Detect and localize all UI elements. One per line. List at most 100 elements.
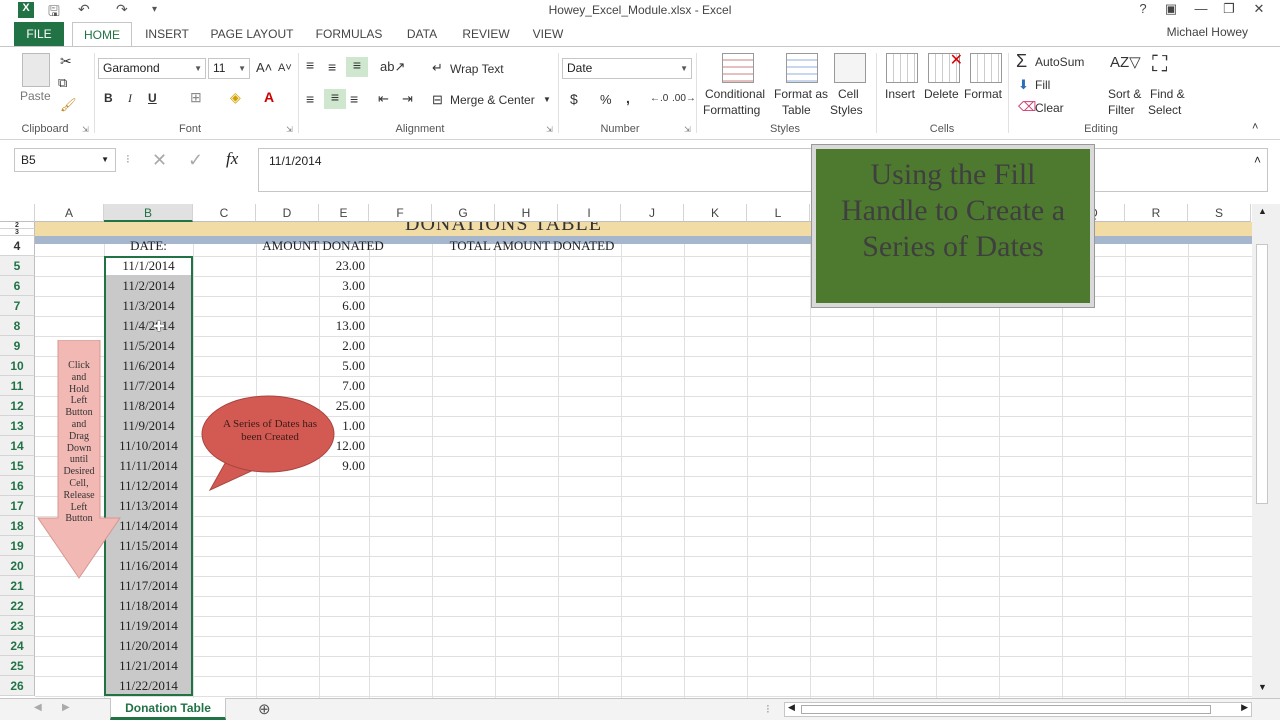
row-header-16[interactable]: 16 <box>0 476 35 496</box>
grow-font-icon[interactable]: A˄ <box>256 60 272 75</box>
amount-cell[interactable]: 5.00 <box>319 356 365 376</box>
sort-filter-icon[interactable]: AZ▽ <box>1110 53 1141 71</box>
amount-cell[interactable]: 23.00 <box>319 256 365 276</box>
row-header-5[interactable]: 5 <box>0 256 35 276</box>
row-header-11[interactable]: 11 <box>0 376 35 396</box>
font-launcher-icon[interactable]: ⇲ <box>286 125 293 134</box>
autosum-button[interactable]: AutoSum <box>1035 55 1084 69</box>
tab-insert[interactable]: INSERT <box>140 22 194 46</box>
new-sheet-icon[interactable]: ⊕ <box>258 700 271 718</box>
date-cell[interactable]: 11/19/2014 <box>104 616 193 636</box>
help-button[interactable]: ? <box>1130 1 1156 16</box>
column-header-a[interactable]: A <box>35 204 104 222</box>
tab-splitter-icon[interactable]: ⁝ <box>766 702 770 716</box>
row-header-18[interactable]: 18 <box>0 516 35 536</box>
date-cell[interactable]: 11/21/2014 <box>104 656 193 676</box>
row-header-24[interactable]: 24 <box>0 636 35 656</box>
wrap-text-button[interactable]: Wrap Text <box>450 62 504 76</box>
row-header-15[interactable]: 15 <box>0 456 35 476</box>
conditional-formatting-label-1[interactable]: Conditional <box>705 87 765 101</box>
row-header-14[interactable]: 14 <box>0 436 35 456</box>
column-header-k[interactable]: K <box>684 204 747 222</box>
decrease-decimal-icon[interactable]: .00→ <box>672 93 696 104</box>
column-header-g[interactable]: G <box>432 204 495 222</box>
italic-button[interactable]: I <box>128 91 132 106</box>
column-header-i[interactable]: I <box>558 204 621 222</box>
scroll-right-icon[interactable]: ▶ <box>1241 702 1248 713</box>
conditional-formatting-icon[interactable] <box>722 53 754 83</box>
scroll-down-icon[interactable]: ▼ <box>1258 682 1267 692</box>
orientation-icon[interactable]: ab↗ <box>380 59 405 75</box>
borders-icon[interactable]: ⊞ <box>190 89 202 106</box>
minimize-button[interactable]: — <box>1188 1 1214 16</box>
alignment-launcher-icon[interactable]: ⇲ <box>546 125 553 134</box>
row-header-23[interactable]: 23 <box>0 616 35 636</box>
chevron-down-icon[interactable]: ▼ <box>543 95 551 104</box>
copy-icon[interactable]: ⧉ <box>58 75 67 91</box>
vertical-scroll-thumb[interactable] <box>1256 244 1268 504</box>
horizontal-scrollbar[interactable]: ◀ ▶ <box>784 702 1252 717</box>
expand-formula-bar-icon[interactable]: ˄ <box>1254 153 1261 167</box>
ribbon-display-button[interactable]: ▣ <box>1158 1 1184 17</box>
date-cell[interactable]: 11/18/2014 <box>104 596 193 616</box>
bold-button[interactable]: B <box>104 91 113 105</box>
name-box[interactable]: B5 ▼ <box>14 148 116 172</box>
column-header-d[interactable]: D <box>256 204 319 222</box>
row-header-2[interactable]: 2 <box>0 222 35 229</box>
title-callout[interactable]: Using the Fill Handle to Create a Series… <box>811 144 1095 308</box>
cell-styles-label-1[interactable]: Cell <box>838 87 859 101</box>
clear-button[interactable]: Clear <box>1035 101 1064 115</box>
font-size-box[interactable]: 11 ▼ <box>208 58 250 79</box>
column-header-e[interactable]: E <box>319 204 369 222</box>
amount-cell[interactable]: 3.00 <box>319 276 365 296</box>
select-all-corner[interactable] <box>0 204 35 222</box>
row-header-19[interactable]: 19 <box>0 536 35 556</box>
restore-button[interactable]: ❐ <box>1216 1 1242 17</box>
tab-view[interactable]: VIEW <box>526 22 570 46</box>
insert-cells-icon[interactable] <box>886 53 918 83</box>
row-header-6[interactable]: 6 <box>0 276 35 296</box>
tab-data[interactable]: DATA <box>398 22 446 46</box>
prev-sheet-icon[interactable]: ◀ <box>34 702 42 713</box>
horizontal-scroll-thumb[interactable] <box>801 705 1211 714</box>
delete-button[interactable]: Delete <box>924 87 959 101</box>
amount-cell[interactable]: 6.00 <box>319 296 365 316</box>
tab-formulas[interactable]: FORMULAS <box>310 22 388 46</box>
sort-filter-label-1[interactable]: Sort & <box>1108 87 1141 101</box>
currency-button[interactable]: $ <box>570 91 578 107</box>
font-name-box[interactable]: Garamond ▼ <box>98 58 206 79</box>
date-cell[interactable]: 11/1/2014 <box>104 256 193 276</box>
vertical-scrollbar[interactable]: ▲ ▼ <box>1252 204 1280 698</box>
user-name[interactable]: Michael Howey <box>1167 25 1248 39</box>
comma-button[interactable]: , <box>626 90 630 106</box>
fill-button[interactable]: Fill <box>1035 78 1050 92</box>
amount-cell[interactable]: 2.00 <box>319 336 365 356</box>
paste-icon[interactable] <box>22 53 50 87</box>
align-left-icon[interactable]: ≡ <box>306 91 314 107</box>
collapse-ribbon-icon[interactable]: ˄ <box>1252 121 1258 133</box>
format-as-table-label-1[interactable]: Format as <box>774 87 828 101</box>
format-cells-icon[interactable] <box>970 53 1002 83</box>
row-header-12[interactable]: 12 <box>0 396 35 416</box>
increase-indent-icon[interactable]: ⇥ <box>402 91 413 107</box>
underline-button[interactable]: U <box>148 91 157 105</box>
delete-cells-icon[interactable]: ✕ <box>928 52 963 83</box>
sort-filter-label-2[interactable]: Filter <box>1108 103 1135 117</box>
insert-button[interactable]: Insert <box>885 87 915 101</box>
align-right-icon[interactable]: ≡ <box>350 91 358 107</box>
shrink-font-icon[interactable]: A˅ <box>278 62 292 74</box>
cancel-icon[interactable]: ✕ <box>152 150 167 171</box>
clipboard-launcher-icon[interactable]: ⇲ <box>82 125 89 134</box>
align-center-icon[interactable]: ≡ <box>324 89 346 109</box>
date-cell[interactable]: 11/4/2014 <box>104 316 193 336</box>
row-header-20[interactable]: 20 <box>0 556 35 576</box>
format-painter-icon[interactable]: 🖌 <box>60 97 77 113</box>
row-header-21[interactable]: 21 <box>0 576 35 596</box>
font-color-icon[interactable]: A <box>264 89 274 105</box>
row-header-17[interactable]: 17 <box>0 496 35 516</box>
find-select-label-2[interactable]: Select <box>1148 103 1181 117</box>
percent-button[interactable]: % <box>600 92 612 107</box>
row-header-4[interactable]: 4 <box>0 236 35 256</box>
fill-color-icon[interactable]: ◈ <box>230 89 241 106</box>
find-select-label-1[interactable]: Find & <box>1150 87 1185 101</box>
